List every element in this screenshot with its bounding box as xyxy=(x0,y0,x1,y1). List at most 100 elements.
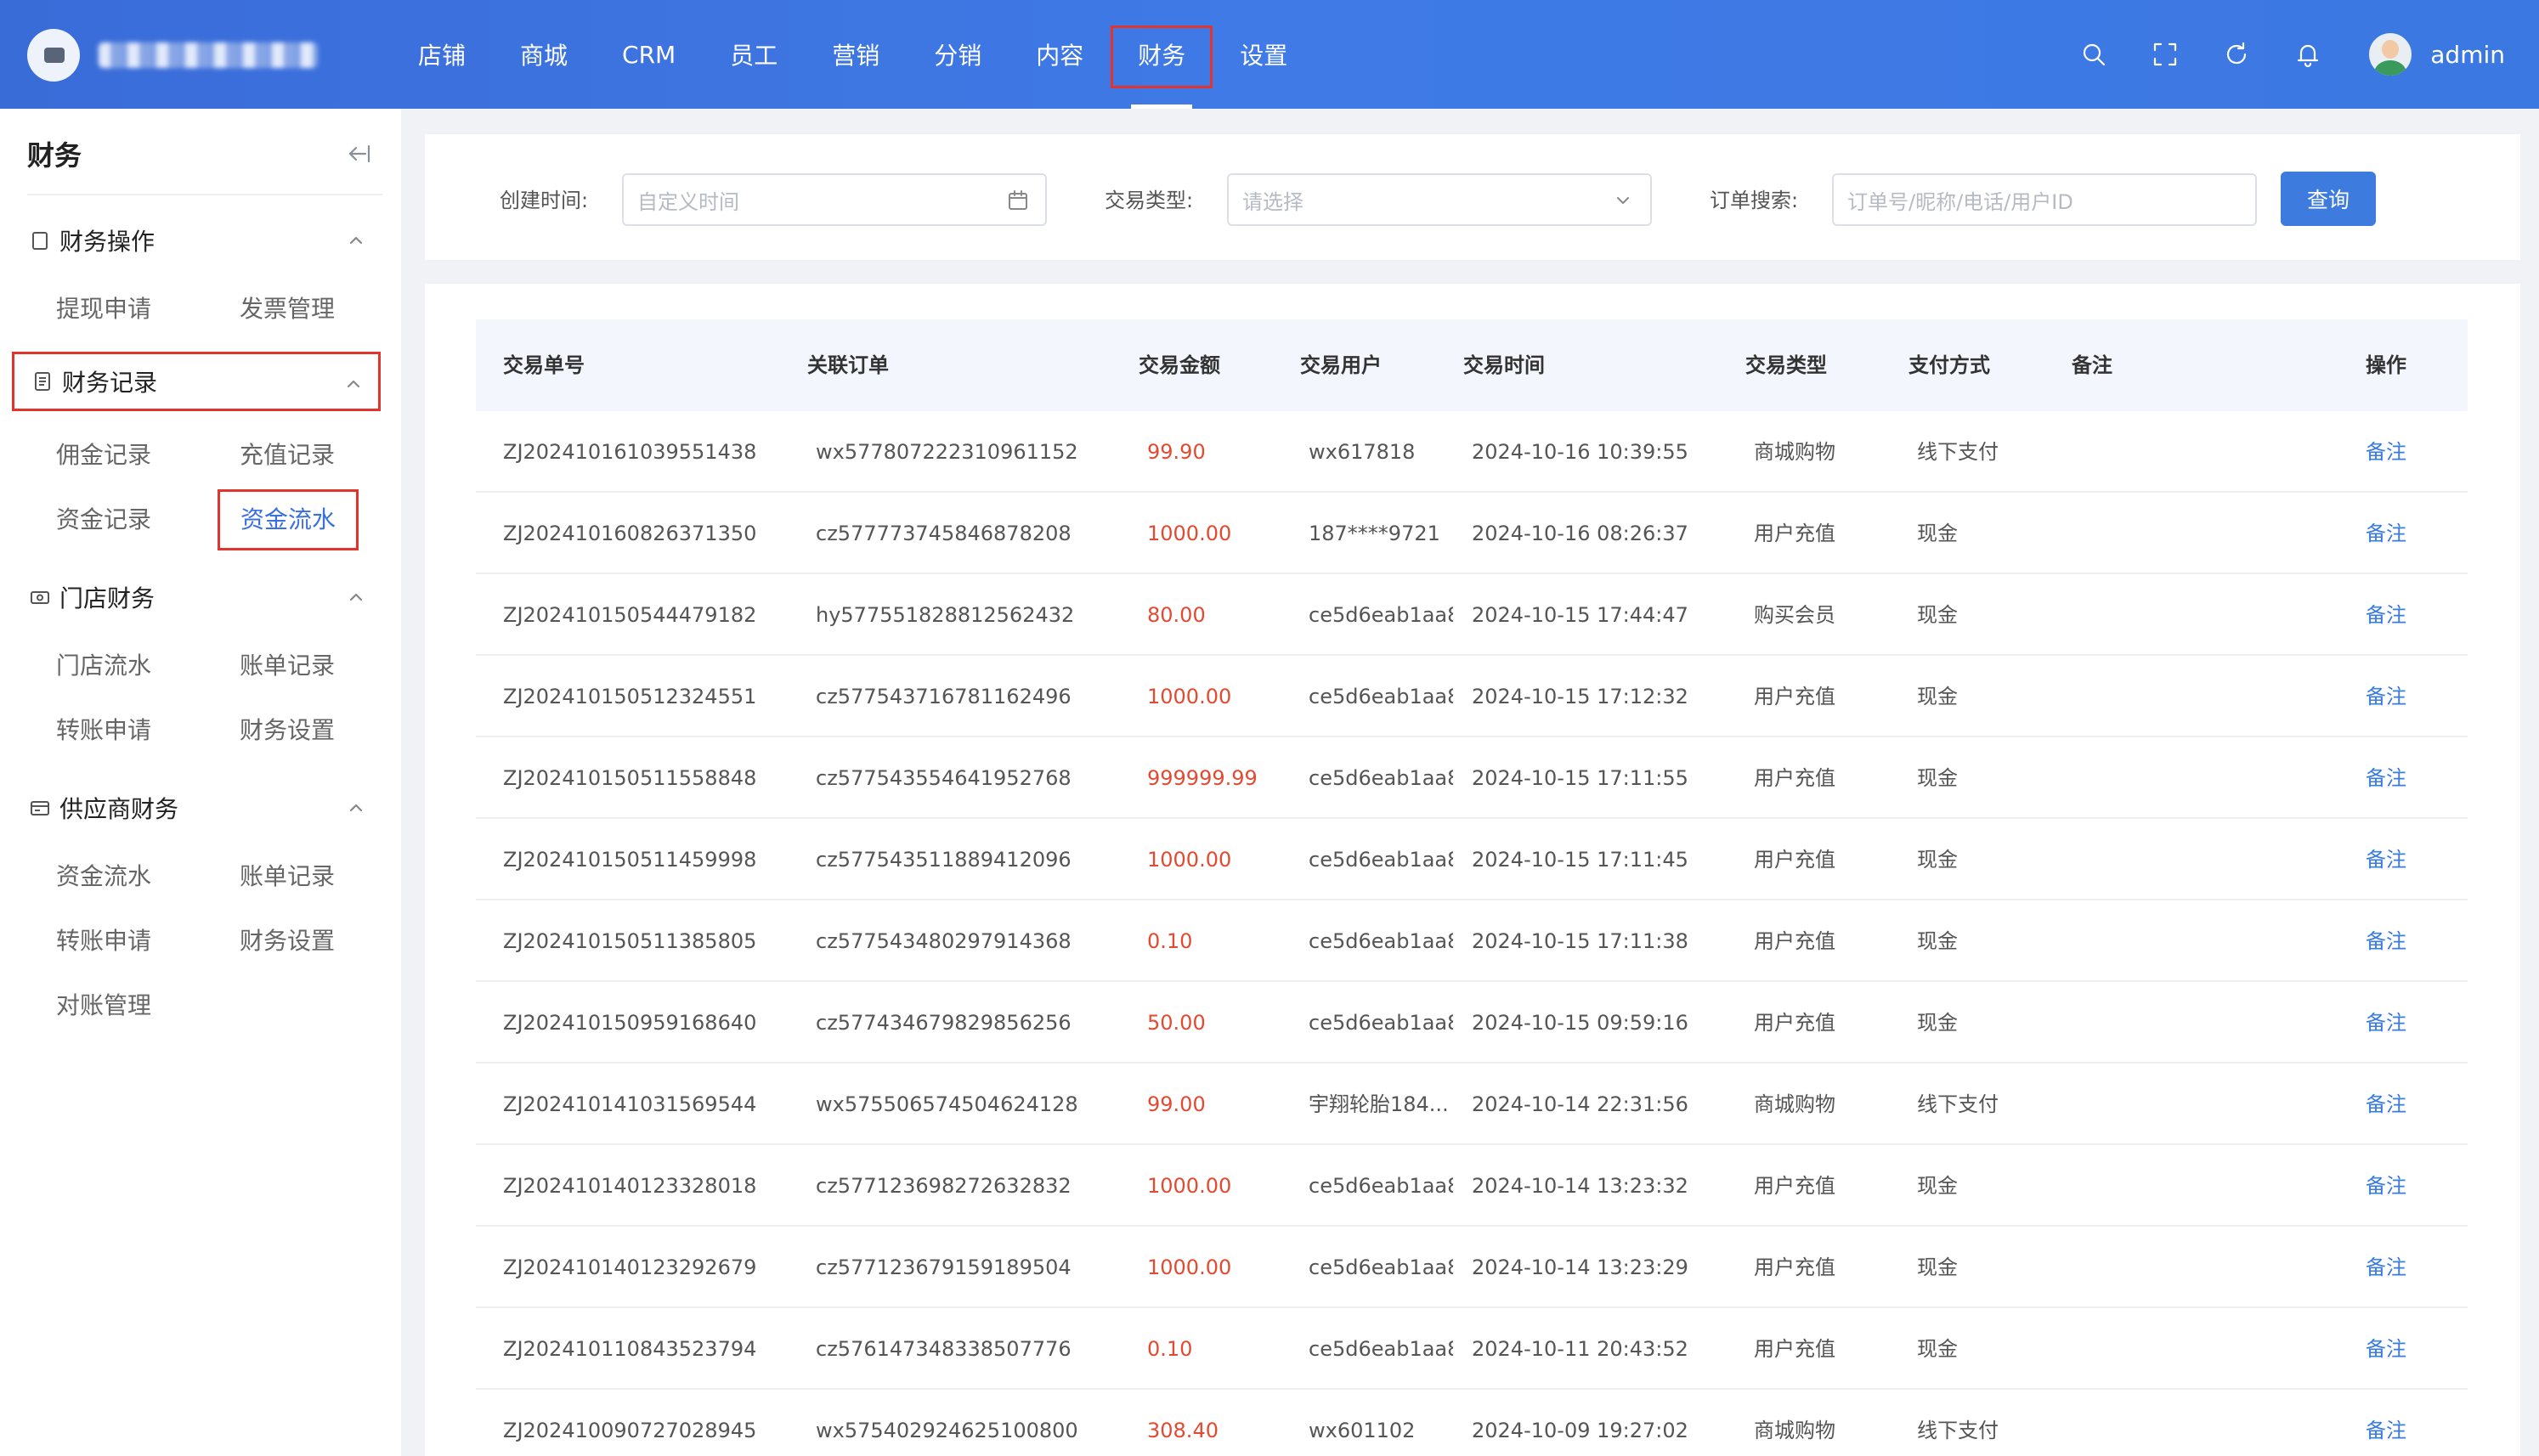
remark-link[interactable]: 备注 xyxy=(2366,1064,2434,1145)
sidebar-item-recharge-records[interactable]: 充值记录 xyxy=(240,430,335,481)
sidebar-item-bill-records[interactable]: 账单记录 xyxy=(240,641,335,691)
highlight-box xyxy=(1111,25,1213,88)
sidebar-item-fund-records[interactable]: 资金记录 xyxy=(56,494,151,545)
cell-user: ce5d6eab1aa8 xyxy=(1309,929,1453,953)
table-row: ZJ202410150959168640 cz577434679829856256… xyxy=(476,982,2468,1064)
trade-type-select[interactable]: 请选择 xyxy=(1227,173,1652,226)
remark-link[interactable]: 备注 xyxy=(2366,737,2434,819)
cash-icon xyxy=(29,586,51,608)
remark-link[interactable]: 备注 xyxy=(2366,1145,2434,1227)
sidebar-item-reconciliation[interactable]: 对账管理 xyxy=(56,980,151,1031)
remark-link[interactable]: 备注 xyxy=(2366,819,2434,900)
cell-trade-no: ZJ202410150511385805 xyxy=(503,929,757,953)
filter-bar: 创建时间: 自定义时间 交易类型: 请选择 订单搜索: 订单号/昵称/电话/用户… xyxy=(425,134,2520,260)
sidebar-item-supplier-bill-records[interactable]: 账单记录 xyxy=(240,851,335,902)
remark-link[interactable]: 备注 xyxy=(2366,411,2434,493)
nav-label: CRM xyxy=(622,40,676,69)
cell-pay-method: 线下支付 xyxy=(1917,1092,1999,1116)
created-time-placeholder: 自定义时间 xyxy=(637,189,739,214)
sidebar-group-finance-ops[interactable]: 财务操作 xyxy=(12,211,381,270)
sidebar-group-finance-records[interactable]: 财务记录 xyxy=(12,352,381,411)
nav-label: 营销 xyxy=(832,42,880,70)
cell-pay-method: 现金 xyxy=(1917,685,1958,708)
cell-related-order: cz576147348338507776 xyxy=(816,1337,1072,1361)
sidebar-item-supplier-fund-flow[interactable]: 资金流水 xyxy=(56,851,151,902)
cell-pay-method: 现金 xyxy=(1917,766,1958,790)
cell-user: 187****9721 xyxy=(1309,522,1440,545)
cell-remark xyxy=(2080,411,2335,493)
sidebar-item-commission-records[interactable]: 佣金记录 xyxy=(56,430,151,481)
table-row: ZJ202410160826371350 cz577773745846878208… xyxy=(476,493,2468,574)
nav-staff[interactable]: 员工 xyxy=(703,0,805,109)
cell-user: ce5d6eab1aa8 xyxy=(1309,1256,1453,1279)
cell-remark xyxy=(2080,819,2335,900)
cell-time: 2024-10-15 17:11:45 xyxy=(1472,848,1688,872)
remark-link[interactable]: 备注 xyxy=(2366,1227,2434,1308)
sidebar-item-fund-flow[interactable]: 资金流水 xyxy=(218,489,359,550)
remark-link[interactable]: 备注 xyxy=(2366,1308,2434,1390)
cell-trade-no: ZJ202410150511459998 xyxy=(503,848,757,872)
sidebar-group-label: 门店财务 xyxy=(59,584,156,612)
cell-user: wx617818 xyxy=(1309,440,1416,464)
remark-link[interactable]: 备注 xyxy=(2366,982,2434,1064)
sidebar-group-supplier-finance[interactable]: 供应商财务 xyxy=(12,778,381,838)
sidebar-group-store-finance[interactable]: 门店财务 xyxy=(12,567,381,627)
cell-time: 2024-10-15 17:11:55 xyxy=(1472,766,1688,790)
col-time: 交易时间 xyxy=(1463,353,1545,377)
cell-time: 2024-10-14 22:31:56 xyxy=(1472,1092,1688,1116)
cell-related-order: wx575506574504624128 xyxy=(816,1092,1078,1116)
cell-related-order: cz577773745846878208 xyxy=(816,522,1072,545)
sidebar-item-withdraw-request[interactable]: 提现申请 xyxy=(56,284,151,335)
cell-pay-method: 线下支付 xyxy=(1917,440,1999,464)
nav-label: 内容 xyxy=(1036,42,1084,70)
cell-time: 2024-10-16 10:39:55 xyxy=(1472,440,1688,464)
brand[interactable] xyxy=(27,29,318,82)
remark-link[interactable]: 备注 xyxy=(2366,574,2434,656)
cell-amount: 1000.00 xyxy=(1147,848,1232,872)
collapse-icon[interactable] xyxy=(343,139,372,168)
remark-link[interactable]: 备注 xyxy=(2366,900,2434,982)
sidebar-item-transfer-request[interactable]: 转账申请 xyxy=(56,705,151,756)
table-row: ZJ202410140123292679 cz577123679159189504… xyxy=(476,1227,2468,1308)
clipboard-icon xyxy=(29,229,51,251)
sidebar-item-invoice-management[interactable]: 发票管理 xyxy=(240,284,335,335)
remark-link[interactable]: 备注 xyxy=(2366,1390,2434,1456)
search-icon[interactable] xyxy=(2058,0,2129,109)
user-name[interactable]: admin xyxy=(2430,41,2505,69)
sidebar-item-supplier-finance-settings[interactable]: 财务设置 xyxy=(240,916,335,967)
cell-amount: 99.90 xyxy=(1147,440,1206,464)
fullscreen-icon[interactable] xyxy=(2129,0,2201,109)
remark-link[interactable]: 备注 xyxy=(2366,493,2434,574)
sidebar-item-finance-settings[interactable]: 财务设置 xyxy=(240,705,335,756)
col-action: 操作 xyxy=(2366,353,2406,377)
avatar[interactable] xyxy=(2369,33,2412,76)
refresh-icon[interactable] xyxy=(2201,0,2272,109)
bell-icon[interactable] xyxy=(2272,0,2344,109)
cell-time: 2024-10-14 13:23:29 xyxy=(1472,1256,1688,1279)
cell-pay-method: 现金 xyxy=(1917,929,1958,953)
nav-crm[interactable]: CRM xyxy=(595,0,703,109)
sidebar-item-supplier-transfer-request[interactable]: 转账申请 xyxy=(56,916,151,967)
order-search-input[interactable]: 订单号/昵称/电话/用户ID xyxy=(1832,173,2257,226)
cell-pay-method: 线下支付 xyxy=(1917,1419,1999,1442)
cell-amount: 1000.00 xyxy=(1147,1256,1232,1279)
nav-marketing[interactable]: 营销 xyxy=(805,0,907,109)
nav-settings[interactable]: 设置 xyxy=(1213,0,1315,109)
cell-type: 商城购物 xyxy=(1754,440,1835,464)
cell-trade-no: ZJ202410090727028945 xyxy=(503,1419,757,1442)
nav-mall[interactable]: 商城 xyxy=(493,0,595,109)
table-row: ZJ202410141031569544 wx575506574504624128… xyxy=(476,1064,2468,1145)
sidebar-title: 财务 xyxy=(27,139,82,172)
sidebar-item-store-flow[interactable]: 门店流水 xyxy=(56,641,151,691)
created-time-picker[interactable]: 自定义时间 xyxy=(622,173,1047,226)
remark-link[interactable]: 备注 xyxy=(2366,656,2434,737)
cell-amount: 1000.00 xyxy=(1147,522,1232,545)
nav-finance[interactable]: 财务 xyxy=(1111,0,1213,109)
query-button[interactable]: 查询 xyxy=(2281,172,2376,226)
cell-user: ce5d6eab1aa8 xyxy=(1309,685,1453,708)
sidebar: 财务 财务操作 提现申请 发票管理 财务记录 佣金记录 充值记录 资金记录 资金… xyxy=(0,109,401,1456)
nav-distribution[interactable]: 分销 xyxy=(907,0,1009,109)
cell-related-order: hy577551828812562432 xyxy=(816,603,1075,627)
nav-store[interactable]: 店铺 xyxy=(391,0,493,109)
nav-content[interactable]: 内容 xyxy=(1009,0,1111,109)
